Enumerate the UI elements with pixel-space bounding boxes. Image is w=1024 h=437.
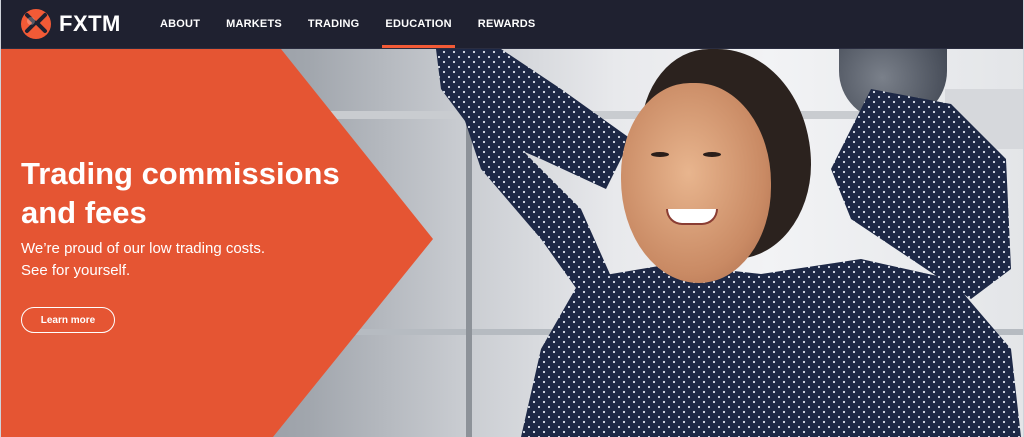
face <box>621 83 771 283</box>
hero-title: Trading commissions and fees <box>21 154 421 232</box>
nav-item-about[interactable]: ABOUT <box>147 0 213 48</box>
hero-subtitle: We’re proud of our low trading costs. Se… <box>21 238 421 282</box>
top-navigation-bar: FXTM ABOUT MARKETS TRADING EDUCATION REW… <box>1 0 1023 49</box>
nav-item-education[interactable]: EDUCATION <box>372 0 464 48</box>
hero-subtitle-line: See for yourself. <box>21 262 131 279</box>
brand-name: FXTM <box>59 11 121 36</box>
eye <box>703 152 721 157</box>
learn-more-button[interactable]: Learn more <box>21 307 115 333</box>
hero-content: Trading commissions and fees We’re proud… <box>21 154 421 282</box>
hero-subtitle-line: We’re proud of our low trading costs. <box>21 240 266 257</box>
fxtm-logo-icon <box>21 9 51 39</box>
smile <box>666 209 718 225</box>
nav-item-trading[interactable]: TRADING <box>295 0 373 48</box>
hero-title-line: and fees <box>21 195 147 230</box>
page: FXTM ABOUT MARKETS TRADING EDUCATION REW… <box>0 0 1024 437</box>
woman-relaxing-photo <box>431 49 1021 437</box>
hero-title-line: Trading commissions <box>21 156 340 191</box>
brand[interactable]: FXTM <box>21 9 121 39</box>
nav-item-rewards[interactable]: REWARDS <box>465 0 549 48</box>
eye <box>651 152 669 157</box>
hero-banner: Trading commissions and fees We’re proud… <box>1 49 1023 437</box>
nav-links: ABOUT MARKETS TRADING EDUCATION REWARDS <box>147 0 548 48</box>
nav-item-markets[interactable]: MARKETS <box>213 0 295 48</box>
